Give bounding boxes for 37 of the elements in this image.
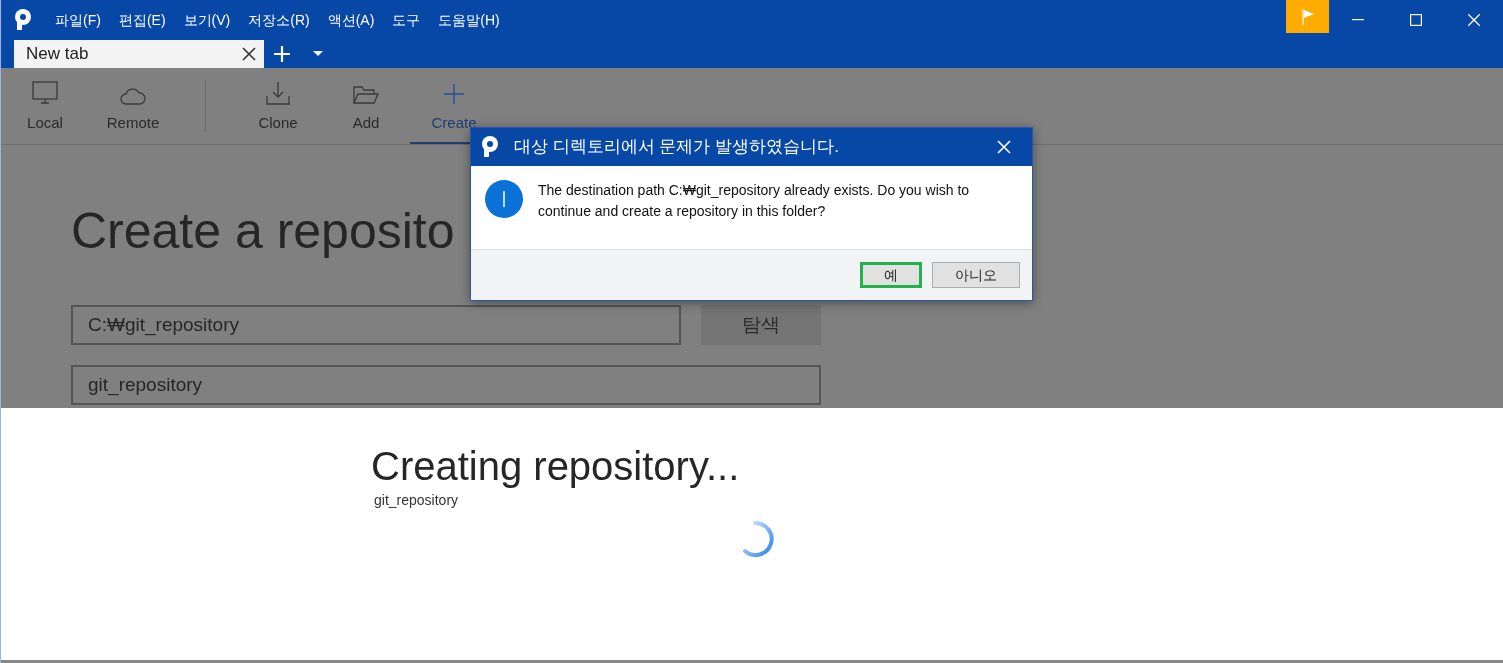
toolbar-tab[interactable]: Local <box>1 68 89 144</box>
close-icon[interactable] <box>242 47 256 61</box>
plus-icon <box>442 81 466 106</box>
menu-item[interactable]: 파일(F) <box>55 9 101 31</box>
dialog-button[interactable]: 예 <box>860 262 922 288</box>
maximize-icon <box>1410 14 1422 26</box>
dialog-logo-icon <box>480 136 500 158</box>
dialog-title: 대상 디렉토리에서 문제가 발생하였습니다. <box>514 136 840 159</box>
toolbar-tab[interactable]: Add <box>322 68 410 144</box>
menu-item[interactable]: 액션(A) <box>327 9 375 31</box>
document-tab[interactable]: New tab <box>14 40 264 68</box>
toolbar-tab[interactable]: Remote <box>89 68 177 144</box>
flag-icon <box>1300 7 1315 26</box>
close-icon <box>1468 14 1480 26</box>
path-field[interactable]: C:₩git_repository <box>71 305 681 345</box>
menu-item[interactable]: 편집(E) <box>118 9 166 31</box>
page-heading: Create a reposito <box>71 202 455 261</box>
progress-subtitle: git_repository <box>373 491 460 510</box>
progress-title: Creating repository... <box>371 443 741 490</box>
menu-item[interactable]: 도구 <box>392 9 421 31</box>
tab-label: New tab <box>26 43 89 66</box>
app-logo-icon <box>13 9 33 31</box>
toolbar-tab[interactable]: Clone <box>234 68 322 144</box>
folder-icon <box>352 83 380 106</box>
menu-item[interactable]: 도움말(H) <box>438 9 500 31</box>
caret-icon <box>313 51 323 57</box>
cloud-icon <box>119 85 147 106</box>
menu-item[interactable]: 보기(V) <box>183 9 231 31</box>
dialog-message: The destination path C:₩git_repository already exists. Do you wish to continue and create a repository in this folder? <box>538 181 971 221</box>
dialog-button[interactable]: 아니오 <box>932 262 1020 288</box>
monitor-icon <box>31 79 59 106</box>
name-field[interactable]: git_repository <box>71 365 821 405</box>
download-icon <box>265 79 291 106</box>
menu-item[interactable]: 저장소(R) <box>248 9 310 31</box>
info-icon <box>485 180 523 218</box>
minimize-icon <box>1352 19 1364 21</box>
plus-icon <box>274 46 290 62</box>
